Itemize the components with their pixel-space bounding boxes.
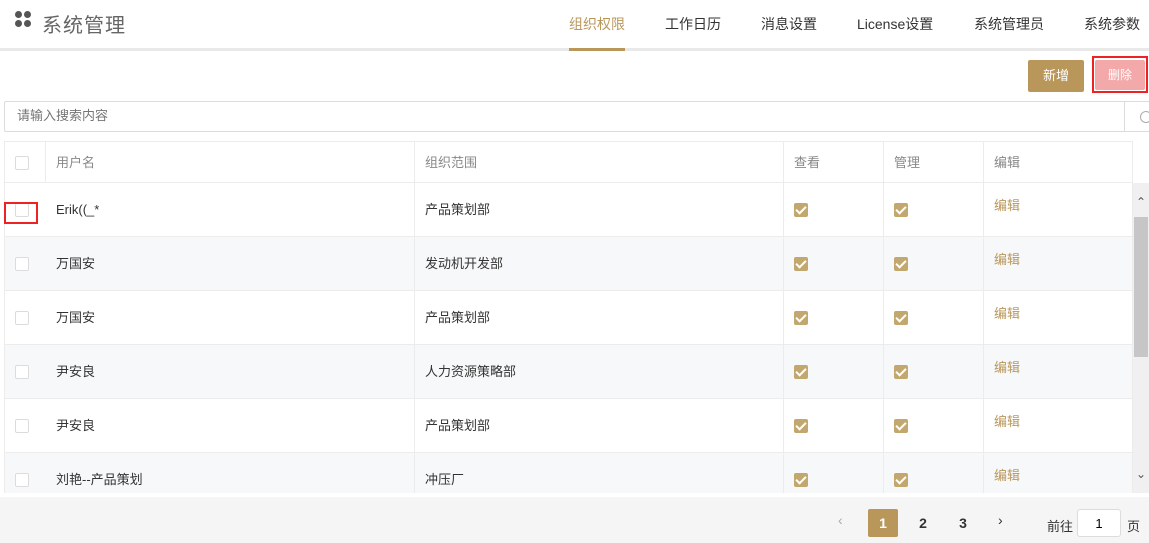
edit-link[interactable]: 编辑 <box>984 345 1132 399</box>
cell-scope: 人力资源策略部 <box>415 345 784 399</box>
app-header: 系统管理 组织权限 工作日历 消息设置 License设置 系统管理员 系统参数 <box>0 0 1149 48</box>
manage-checkbox[interactable] <box>894 203 908 217</box>
table-row[interactable]: 万国安 产品策划部 编辑 <box>5 291 1132 345</box>
prev-page-button[interactable]: ‹ <box>838 512 843 528</box>
page-button-3[interactable]: 3 <box>948 509 978 537</box>
search-input[interactable] <box>17 108 617 123</box>
select-all-checkbox[interactable] <box>15 156 29 170</box>
table-row[interactable]: Erik((_* 产品策划部 编辑 <box>5 183 1132 237</box>
active-tab-indicator <box>569 48 625 51</box>
manage-checkbox[interactable] <box>894 365 908 379</box>
tab-system-params[interactable]: 系统参数 <box>1084 14 1140 34</box>
view-checkbox[interactable] <box>794 311 808 325</box>
view-checkbox[interactable] <box>794 203 808 217</box>
goto-label: 前往 <box>1047 519 1074 534</box>
manage-checkbox[interactable] <box>894 419 908 433</box>
table-row[interactable]: 尹安良 产品策划部 编辑 <box>5 399 1132 453</box>
view-checkbox[interactable] <box>794 473 808 487</box>
edit-link[interactable]: 编辑 <box>984 453 1132 493</box>
table-scrollbar[interactable]: ⌃ ⌄ <box>1133 183 1149 493</box>
cell-username: 尹安良 <box>46 399 415 453</box>
edit-link[interactable]: 编辑 <box>984 237 1132 291</box>
manage-checkbox[interactable] <box>894 311 908 325</box>
view-checkbox[interactable] <box>794 257 808 271</box>
page-button-1[interactable]: 1 <box>868 509 898 537</box>
search-box <box>4 101 1126 132</box>
column-header-username[interactable]: 用户名 <box>46 142 415 183</box>
cell-username: 万国安 <box>46 291 415 345</box>
pagination-bar: ‹ 1 2 3 › 前往 页 <box>0 497 1149 543</box>
view-checkbox[interactable] <box>794 365 808 379</box>
column-header-manage[interactable]: 管理 <box>884 142 984 183</box>
search-icon <box>1140 111 1149 123</box>
column-header-edit[interactable]: 编辑 <box>984 142 1132 183</box>
page-button-2[interactable]: 2 <box>908 509 938 537</box>
column-header-view[interactable]: 查看 <box>784 142 884 183</box>
table-row[interactable]: 万国安 发动机开发部 编辑 <box>5 237 1132 291</box>
goto-unit: 页 <box>1127 519 1141 534</box>
tab-work-calendar[interactable]: 工作日历 <box>665 14 721 34</box>
table-row[interactable]: 刘艳--产品策划 冲压厂 编辑 <box>5 453 1132 493</box>
goto-page-input[interactable] <box>1077 509 1121 537</box>
manage-checkbox[interactable] <box>894 473 908 487</box>
cell-username: 刘艳--产品策划 <box>46 453 415 493</box>
row-checkbox[interactable] <box>15 311 29 325</box>
row-checkbox[interactable] <box>15 473 29 487</box>
cell-username: 万国安 <box>46 237 415 291</box>
cell-scope: 发动机开发部 <box>415 237 784 291</box>
chevron-up-icon[interactable]: ⌃ <box>1133 193 1149 211</box>
cell-scope: 冲压厂 <box>415 453 784 493</box>
cell-scope: 产品策划部 <box>415 291 784 345</box>
row-checkbox[interactable] <box>15 419 29 433</box>
header-select-all-cell <box>5 142 46 183</box>
row-checkbox[interactable] <box>15 257 29 271</box>
delete-button-highlight: 删除 <box>1092 56 1148 93</box>
search-button[interactable] <box>1124 101 1149 132</box>
table-header: 用户名 组织范围 查看 管理 编辑 <box>5 142 1132 183</box>
tab-license-settings[interactable]: License设置 <box>857 14 933 34</box>
chevron-down-icon[interactable]: ⌄ <box>1133 465 1149 483</box>
view-checkbox[interactable] <box>794 419 808 433</box>
cell-scope: 产品策划部 <box>415 183 784 237</box>
edit-link[interactable]: 编辑 <box>984 399 1132 453</box>
cell-username: Erik((_* <box>46 183 415 237</box>
edit-link[interactable]: 编辑 <box>984 183 1132 237</box>
cell-scope: 产品策划部 <box>415 399 784 453</box>
add-button[interactable]: 新增 <box>1028 60 1084 92</box>
tab-org-permissions[interactable]: 组织权限 <box>569 14 625 34</box>
user-permission-table: 用户名 组织范围 查看 管理 编辑 Erik((_* 产品策划部 编辑 万国安 … <box>4 141 1133 493</box>
tab-message-settings[interactable]: 消息设置 <box>761 14 817 34</box>
table-row[interactable]: 尹安良 人力资源策略部 编辑 <box>5 345 1132 399</box>
edit-link[interactable]: 编辑 <box>984 291 1132 345</box>
row-checkbox-highlight <box>4 202 38 224</box>
app-title: 系统管理 <box>42 15 126 37</box>
cell-username: 尹安良 <box>46 345 415 399</box>
scroll-thumb[interactable] <box>1134 217 1148 357</box>
tab-system-admin[interactable]: 系统管理员 <box>974 14 1044 34</box>
grid-dots-icon <box>15 11 31 27</box>
manage-checkbox[interactable] <box>894 257 908 271</box>
delete-button[interactable]: 删除 <box>1095 60 1145 90</box>
next-page-button[interactable]: › <box>998 512 1003 528</box>
column-header-scope[interactable]: 组织范围 <box>415 142 784 183</box>
row-checkbox[interactable] <box>15 365 29 379</box>
